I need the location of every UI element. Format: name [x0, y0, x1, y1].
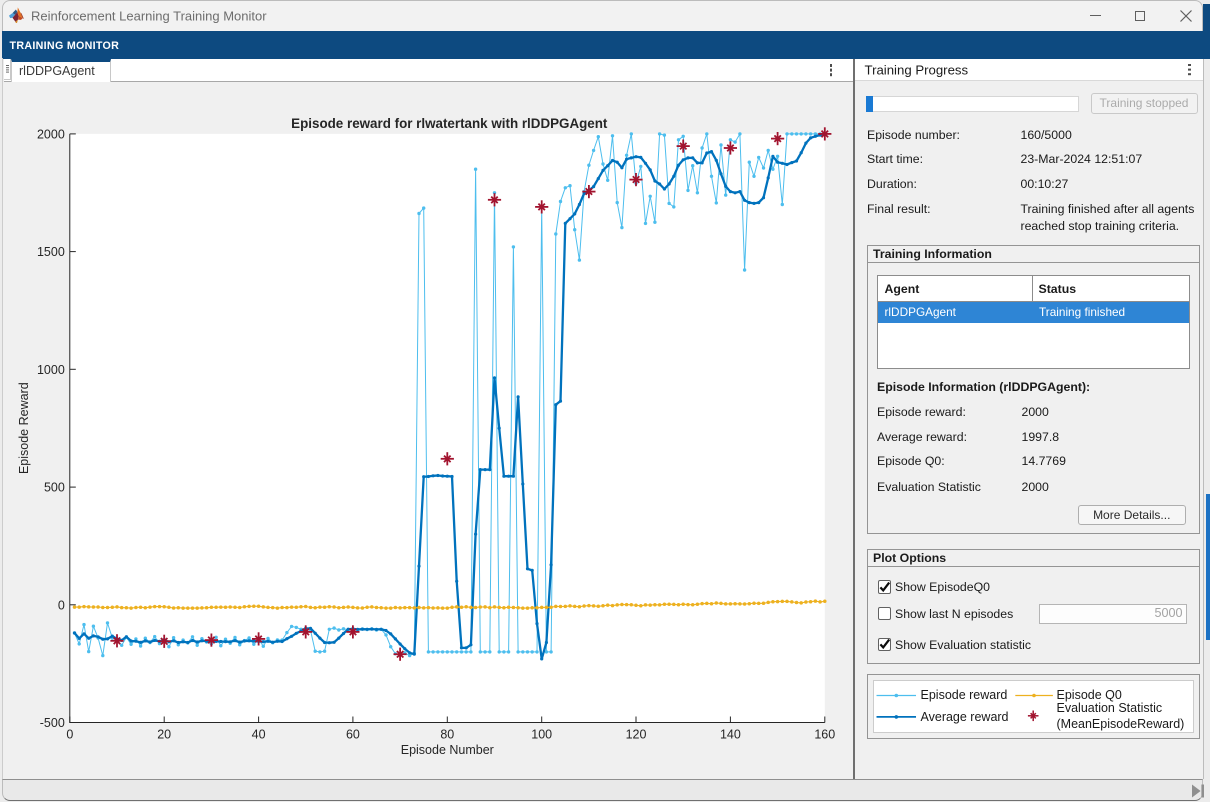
svg-text:Episode Number: Episode Number [401, 743, 494, 757]
svg-text:60: 60 [346, 727, 360, 741]
svg-text:Episode Reward: Episode Reward [17, 382, 31, 474]
svg-text:120: 120 [626, 727, 647, 741]
svg-text:Episode reward for rlwatertank: Episode reward for rlwatertank with rlDD… [291, 116, 608, 131]
svg-text:100: 100 [531, 727, 552, 741]
svg-text:1000: 1000 [37, 362, 65, 376]
svg-text:2000: 2000 [37, 127, 65, 141]
svg-text:40: 40 [252, 727, 266, 741]
svg-text:0: 0 [58, 598, 65, 612]
svg-text:80: 80 [440, 727, 454, 741]
svg-text:0: 0 [66, 727, 73, 741]
svg-text:20: 20 [157, 727, 171, 741]
svg-text:160: 160 [814, 727, 835, 741]
svg-text:1500: 1500 [37, 245, 65, 259]
svg-text:140: 140 [720, 727, 741, 741]
svg-text:-500: -500 [40, 716, 65, 730]
svg-text:500: 500 [44, 480, 65, 494]
